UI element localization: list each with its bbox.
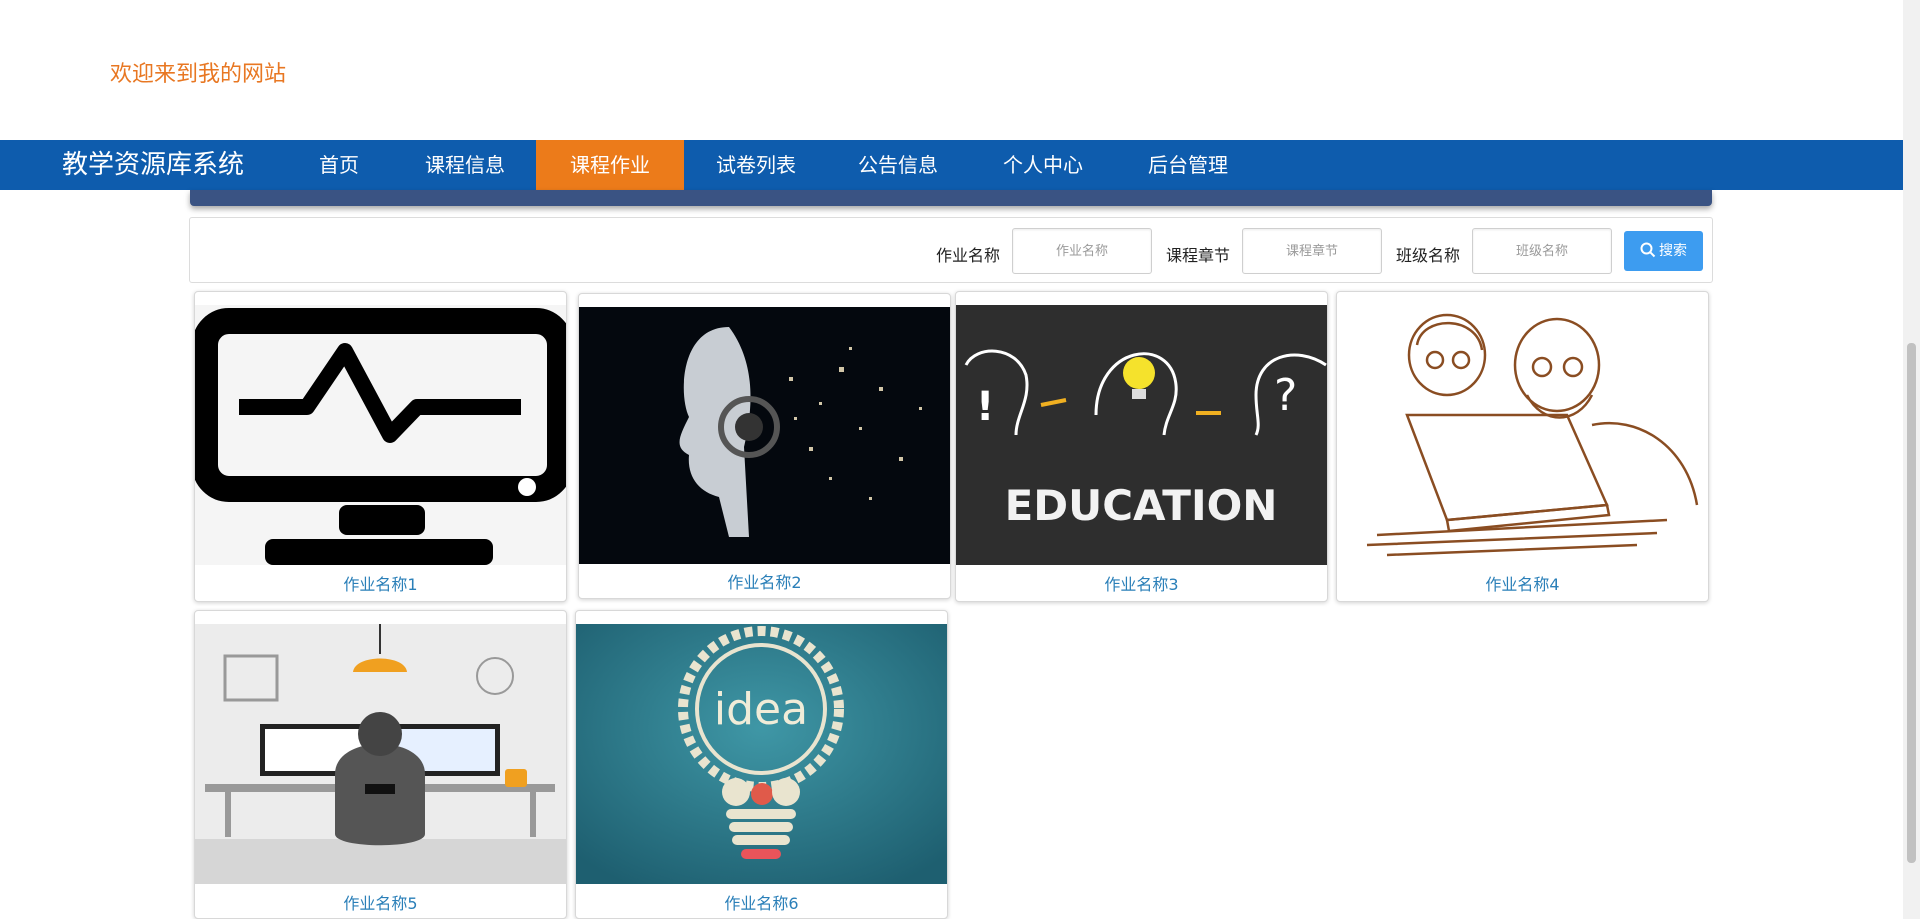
chapter-input[interactable] [1242, 228, 1382, 274]
homework-card-title[interactable]: 作业名称1 [195, 571, 566, 595]
homework-card-title[interactable]: 作业名称2 [579, 569, 950, 593]
homework-card-title[interactable]: 作业名称5 [195, 890, 566, 914]
idea-gear-bulb: idea [576, 624, 947, 884]
homework-card-1[interactable]: 作业名称1 [194, 291, 567, 602]
search-button-label: 搜索 [1659, 243, 1687, 259]
banner-strip [190, 190, 1712, 206]
nav-item-home[interactable]: 首页 [300, 140, 378, 190]
welcome-text: 欢迎来到我的网站 [110, 62, 287, 87]
svg-text:!: ! [976, 384, 994, 430]
ai-robot-head [579, 307, 950, 564]
svg-text:?: ? [1274, 370, 1297, 421]
education-chalkboard: ! ? EDUCATION [956, 305, 1327, 565]
homework-card-2[interactable]: 作业名称2 [578, 293, 951, 599]
homework-name-input[interactable] [1012, 228, 1152, 274]
nav-item-announcements[interactable]: 公告信息 [839, 140, 957, 190]
nav-item-exam-list[interactable]: 试卷列表 [697, 140, 815, 190]
class-name-input[interactable] [1472, 228, 1612, 274]
main-navbar: 教学资源库系统 首页 课程信息 课程作业 试卷列表 公告信息 个人中心 后台管理 [0, 140, 1903, 190]
page-scrollbar[interactable] [1903, 0, 1920, 919]
search-panel: 作业名称 课程章节 班级名称 搜索 [189, 217, 1713, 283]
people-laptop-sketch [1337, 305, 1708, 565]
nav-item-admin[interactable]: 后台管理 [1129, 140, 1247, 190]
nav-item-personal-center[interactable]: 个人中心 [984, 140, 1102, 190]
homework-card-title[interactable]: 作业名称4 [1337, 571, 1708, 595]
homework-card-title[interactable]: 作业名称6 [576, 890, 947, 914]
homework-card-4[interactable]: 作业名称4 [1336, 291, 1709, 602]
person-at-computer-desk [195, 624, 566, 884]
monitor-pulse-icon [195, 305, 566, 565]
site-brand[interactable]: 教学资源库系统 [62, 140, 244, 190]
homework-card-6[interactable]: idea 作业名称6 [575, 610, 948, 919]
search-button[interactable]: 搜索 [1624, 231, 1703, 271]
chapter-label: 课程章节 [1166, 246, 1231, 265]
homework-card-5[interactable]: 作业名称5 [194, 610, 567, 919]
homework-card-title[interactable]: 作业名称3 [956, 571, 1327, 595]
scrollbar-thumb[interactable] [1907, 343, 1916, 863]
nav-item-course-homework[interactable]: 课程作业 [536, 140, 684, 190]
idea-image-text: idea [714, 684, 808, 735]
education-image-text: EDUCATION [1005, 481, 1278, 530]
search-icon [1640, 242, 1656, 258]
nav-item-course-info[interactable]: 课程信息 [406, 140, 524, 190]
homework-card-3[interactable]: ! ? EDUCATION 作业名称3 [955, 291, 1328, 602]
homework-name-label: 作业名称 [936, 246, 1001, 265]
class-name-label: 班级名称 [1396, 246, 1461, 265]
